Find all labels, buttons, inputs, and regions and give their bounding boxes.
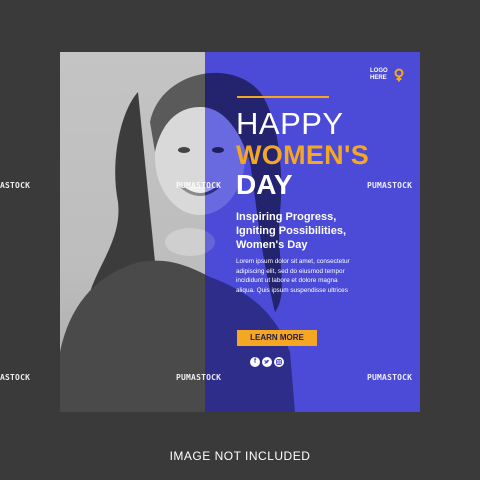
facebook-icon[interactable]: f	[250, 357, 260, 367]
learn-more-button[interactable]: LEARN MORE	[237, 330, 317, 346]
watermark: PUMASTOCK	[367, 373, 413, 382]
social-icons: f	[250, 357, 284, 367]
canvas: LOGO HERE HAPPY WOMEN'S DAY Inspiring Pr…	[0, 0, 480, 480]
logo-line-2: HERE	[370, 75, 387, 81]
body-line: incididunt ut labore et dolore magna	[236, 277, 338, 284]
logo: LOGO HERE	[370, 68, 404, 82]
body-text: Lorem ipsum dolor sit amet, consectetur …	[236, 257, 416, 295]
tagline: Inspiring Progress, Igniting Possibiliti…	[236, 210, 416, 252]
body-line: aliqua. Quis ipsum suspendisse ultrices	[236, 286, 348, 294]
body-line: adipiscing elit, sed do eiusmod tempor	[236, 267, 345, 275]
twitter-icon[interactable]	[262, 357, 272, 367]
headline-day: DAY	[236, 169, 293, 200]
watermark: ASTOCK	[0, 181, 31, 190]
image-not-included-caption: IMAGE NOT INCLUDED	[169, 449, 311, 463]
headline-happy: HAPPY	[236, 106, 344, 141]
watermark: ASTOCK	[0, 373, 31, 382]
watermark: PUMASTOCK	[367, 181, 413, 190]
body-line: Lorem ipsum dolor sit amet, consectetur	[236, 258, 350, 265]
headline-womens: WOMEN'S	[236, 140, 370, 170]
logo-line-1: LOGO	[370, 68, 388, 74]
logo-text: LOGO HERE	[370, 68, 390, 82]
accent-line	[237, 96, 329, 98]
venus-icon	[394, 68, 404, 82]
instagram-icon[interactable]	[274, 357, 284, 367]
watermark: PUMASTOCK	[176, 181, 222, 190]
tagline-line: Women's Day	[236, 239, 308, 251]
tagline-line: Inspiring Progress,	[236, 211, 337, 223]
social-post-card: LOGO HERE HAPPY WOMEN'S DAY Inspiring Pr…	[60, 52, 420, 412]
watermark: PUMASTOCK	[176, 373, 222, 382]
tagline-line: Igniting Possibilities,	[236, 225, 347, 237]
